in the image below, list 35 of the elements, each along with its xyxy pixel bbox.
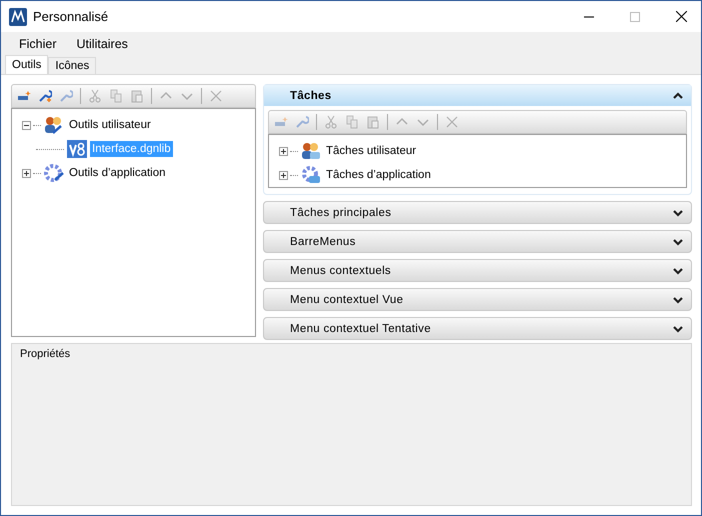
new-item-icon[interactable] [17, 89, 31, 103]
expander-icon[interactable] [279, 146, 288, 156]
chevron-down-icon [673, 208, 683, 216]
section-header[interactable]: BarreMenus [264, 231, 691, 252]
tree-item[interactable]: Tâches utilisateur [324, 143, 418, 159]
window-title: Personnalisé [33, 9, 108, 24]
tab[interactable]: Outils [5, 55, 48, 74]
section-header[interactable]: Menu contextuel Vue [264, 289, 691, 310]
chevron-down-icon [673, 266, 683, 274]
chevron-down-icon [673, 296, 683, 304]
wrench-plus-icon[interactable] [38, 89, 52, 103]
close-icon[interactable] [676, 11, 687, 22]
users-icon [300, 141, 322, 161]
menu-item[interactable]: Utilitaires [76, 37, 128, 51]
gear-icon [43, 163, 65, 183]
menu-item[interactable]: Fichier [19, 37, 57, 51]
tab[interactable]: Icônes [48, 57, 96, 74]
chevron-down-icon [673, 324, 683, 332]
tree-item[interactable]: Outils utilisateur [67, 117, 153, 133]
tree-item[interactable]: Outils d’application [67, 165, 168, 181]
section-header[interactable]: Menu contextuel Tentative [264, 318, 691, 339]
tree-item[interactable]: Tâches d’application [324, 167, 433, 183]
chevron-down-icon [673, 238, 683, 246]
expander-icon[interactable] [279, 170, 288, 180]
expander-icon[interactable] [22, 120, 31, 130]
panel-title: Propriétés [20, 348, 70, 360]
app-logo-icon [9, 8, 27, 26]
chevron-up-icon [673, 92, 683, 100]
v8-file-icon [66, 139, 88, 159]
maximize-icon[interactable] [630, 12, 640, 22]
expander-icon[interactable] [22, 168, 31, 178]
section-header[interactable]: Menus contextuels [264, 260, 691, 281]
section-header[interactable]: Tâches principales [264, 202, 691, 223]
section-header[interactable]: Tâches [264, 85, 691, 106]
gear-icon [300, 165, 322, 185]
